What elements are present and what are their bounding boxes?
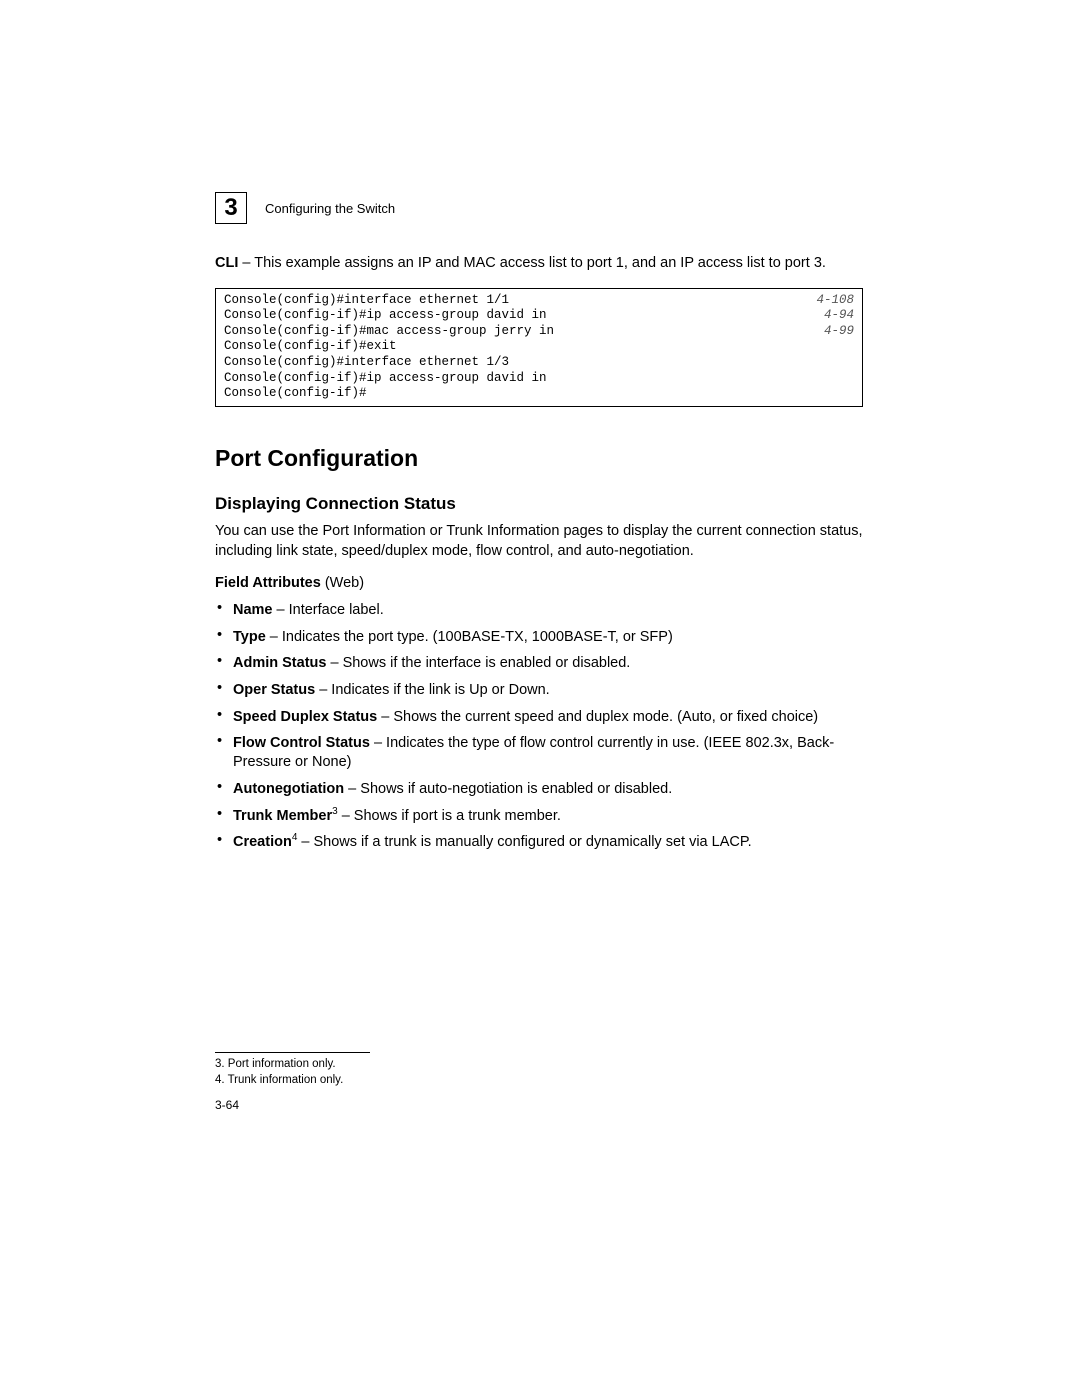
footnote-line: 3. Port information only. [215, 1057, 863, 1073]
cli-line: Console(config-if)# [224, 386, 854, 402]
cli-line: Console(config-if)#exit [224, 339, 854, 355]
field-attributes-label: Field Attributes (Web) [215, 575, 863, 591]
intro-text: – This example assigns an IP and MAC acc… [238, 255, 826, 271]
intro-paragraph: CLI – This example assigns an IP and MAC… [215, 254, 863, 274]
cli-ref: 4-108 [816, 293, 854, 309]
cli-line: Console(config-if)#ip access-group david… [224, 371, 854, 387]
footnotes: 3. Port information only. 4. Trunk infor… [215, 1052, 863, 1088]
attr-name: Flow Control Status [233, 735, 370, 751]
section-heading-1: Port Configuration [215, 445, 863, 472]
footnote-line: 4. Trunk information only. [215, 1073, 863, 1089]
attr-name: Creation [233, 834, 292, 850]
attr-desc: – Shows if auto-negotiation is enabled o… [344, 781, 672, 797]
cli-line: Console(config)#interface ethernet 1/3 [224, 355, 854, 371]
attr-name: Trunk Member [233, 807, 332, 823]
cli-ref: 4-94 [824, 308, 854, 324]
cli-cmd: Console(config-if)#exit [224, 339, 397, 355]
field-attributes-bold: Field Attributes [215, 575, 321, 591]
field-attributes-list: Name – Interface label. Type – Indicates… [215, 599, 863, 852]
cli-example-box: Console(config)#interface ethernet 1/1 4-… [215, 288, 863, 407]
attr-desc: – Shows the current speed and duplex mod… [377, 709, 818, 725]
field-attributes-rest: (Web) [321, 575, 364, 591]
cli-cmd: Console(config)#interface ethernet 1/3 [224, 355, 509, 371]
chapter-number: 3 [224, 194, 237, 222]
cli-cmd: Console(config-if)# [224, 386, 367, 402]
attr-desc: – Shows if the interface is enabled or d… [326, 655, 630, 671]
attr-desc: – Shows if a trunk is manually configure… [297, 834, 751, 850]
footnote-rule [215, 1052, 370, 1053]
list-item: Speed Duplex Status – Shows the current … [217, 706, 863, 727]
list-item: Trunk Member3 – Shows if port is a trunk… [217, 805, 863, 826]
attr-name: Speed Duplex Status [233, 709, 377, 725]
list-item: Type – Indicates the port type. (100BASE… [217, 626, 863, 647]
attr-name: Oper Status [233, 682, 315, 698]
list-item: Admin Status – Shows if the interface is… [217, 652, 863, 673]
cli-cmd: Console(config-if)#mac access-group jerr… [224, 324, 554, 340]
list-item: Autonegotiation – Shows if auto-negotiat… [217, 778, 863, 799]
list-item: Flow Control Status – Indicates the type… [217, 732, 863, 772]
cli-cmd: Console(config-if)#ip access-group david… [224, 371, 547, 387]
cli-line: Console(config-if)#mac access-group jerr… [224, 324, 854, 340]
attr-desc: – Indicates the port type. (100BASE-TX, … [266, 629, 673, 645]
cli-line: Console(config-if)#ip access-group david… [224, 308, 854, 324]
list-item: Name – Interface label. [217, 599, 863, 620]
cli-cmd: Console(config-if)#ip access-group david… [224, 308, 547, 324]
cli-cmd: Console(config)#interface ethernet 1/1 [224, 293, 509, 309]
attr-desc: – Interface label. [273, 602, 384, 618]
attr-name: Admin Status [233, 655, 326, 671]
attr-name: Type [233, 629, 266, 645]
attr-name: Name [233, 602, 273, 618]
attr-name: Autonegotiation [233, 781, 344, 797]
cli-ref: 4-99 [824, 324, 854, 340]
cli-line: Console(config)#interface ethernet 1/1 4-… [224, 293, 854, 309]
list-item: Oper Status – Indicates if the link is U… [217, 679, 863, 700]
attr-desc: – Shows if port is a trunk member. [338, 807, 561, 823]
section-intro: You can use the Port Information or Trun… [215, 522, 863, 561]
page-number: 3-64 [215, 1098, 239, 1112]
chapter-title: Configuring the Switch [265, 201, 395, 216]
chapter-number-box: 3 [215, 192, 247, 224]
list-item: Creation4 – Shows if a trunk is manually… [217, 831, 863, 852]
section-heading-2: Displaying Connection Status [215, 494, 863, 514]
page-content: 3 Configuring the Switch CLI – This exam… [215, 192, 863, 858]
attr-desc: – Indicates if the link is Up or Down. [315, 682, 550, 698]
intro-prefix-bold: CLI [215, 255, 238, 271]
page-header: 3 Configuring the Switch [215, 192, 863, 224]
